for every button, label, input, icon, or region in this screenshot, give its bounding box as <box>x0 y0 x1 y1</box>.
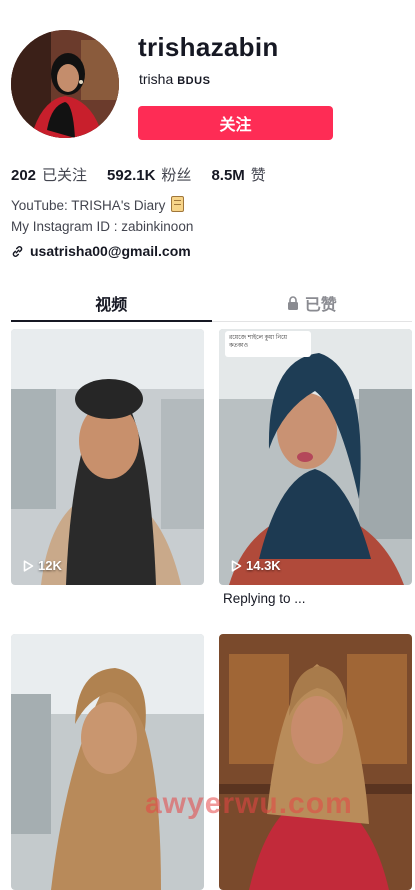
notebook-icon <box>171 196 185 212</box>
stat-followers[interactable]: 592.1K 粉丝 <box>107 164 191 185</box>
profile-stats: 202 已关注 592.1K 粉丝 8.5M 赞 <box>11 164 286 185</box>
video-caption: Replying to ... <box>223 591 306 606</box>
tab-liked-label: 已赞 <box>304 297 337 314</box>
profile-username: trishazabin <box>138 32 279 62</box>
bio-line-1-text: YouTube: TRISHA's Diary <box>11 198 166 213</box>
play-icon <box>23 559 34 572</box>
followers-label: 粉丝 <box>161 167 192 184</box>
view-count-text: 14.3K <box>246 558 281 573</box>
profile-nickname: trisha BDUS <box>139 71 210 87</box>
video-thumbnail[interactable]: 12K <box>11 329 204 585</box>
reply-comment-bubble: রয়েজে শাইলে কুয়া নিয়ে কতকাও <box>225 331 311 357</box>
profile-avatar <box>11 30 119 138</box>
stat-likes: 8.5M 赞 <box>211 164 265 185</box>
view-count-text: 12K <box>38 558 62 573</box>
tab-videos[interactable]: 视频 <box>11 285 212 322</box>
profile-bio: YouTube: TRISHA's Diary My Instagram ID … <box>11 195 193 237</box>
video-thumbnail[interactable] <box>219 634 412 890</box>
watermark: awyerwu.com <box>145 787 353 820</box>
video-thumbnail[interactable]: রয়েজে শাইলে কুয়া নিয়ে কতকাও 14.3K <box>219 329 412 585</box>
bio-link-text: usatrisha00@gmail.com <box>30 243 191 259</box>
following-count: 202 <box>11 167 37 184</box>
stat-following[interactable]: 202 已关注 <box>11 164 87 185</box>
video-thumbnail[interactable] <box>11 634 204 890</box>
follow-button[interactable]: 关注 <box>138 106 333 140</box>
nickname-badge: BDUS <box>177 75 211 87</box>
nickname-text: trisha <box>139 71 174 87</box>
video-thumbnail-image <box>11 329 204 585</box>
view-count: 12K <box>23 558 62 573</box>
bio-line-2: My Instagram ID : zabinkinoon <box>11 219 194 234</box>
likes-count: 8.5M <box>211 167 245 184</box>
following-label: 已关注 <box>42 167 88 184</box>
lock-icon <box>287 296 298 310</box>
profile-tabs: 视频 已赞 <box>11 285 412 322</box>
view-count: 14.3K <box>231 558 281 573</box>
bio-line-1: YouTube: TRISHA's Diary <box>11 195 193 216</box>
tab-liked[interactable]: 已赞 <box>212 285 413 321</box>
link-icon <box>12 245 23 257</box>
avatar-photo <box>11 30 119 138</box>
play-icon <box>231 559 242 572</box>
followers-count: 592.1K <box>107 167 156 184</box>
video-thumbnail-image <box>11 634 204 890</box>
video-thumbnail-image <box>219 329 412 585</box>
bio-link[interactable]: usatrisha00@gmail.com <box>11 243 191 259</box>
likes-label: 赞 <box>250 167 266 184</box>
video-thumbnail-image <box>219 634 412 890</box>
